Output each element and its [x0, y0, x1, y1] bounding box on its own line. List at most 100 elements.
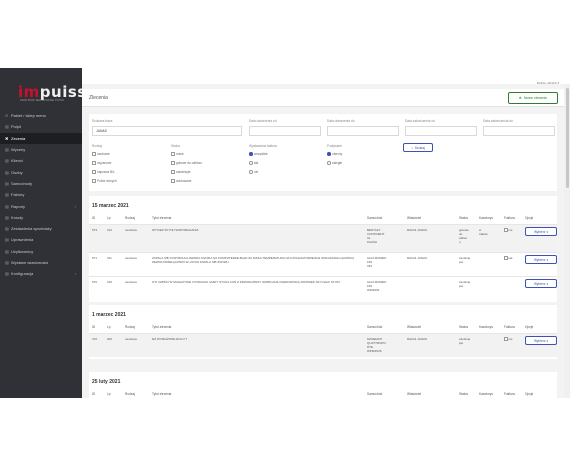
order-lp: 310 [107, 280, 113, 284]
sidebar-item-label: Zecenia [11, 135, 26, 141]
order-title: WYCIEK PŁYNU WSPOMAGANIA [152, 228, 199, 232]
done-to-input[interactable] [483, 126, 555, 136]
type-label: Rodzaj [92, 144, 102, 148]
search-button[interactable]: ⌕ Szukaj [403, 143, 433, 152]
date-to-label: Data utworzenia do [327, 119, 355, 123]
invoice-option[interactable]: wszystkie [249, 152, 268, 156]
invoice-checkbox[interactable]: nie [504, 337, 513, 341]
type-option[interactable]: Pobór danych [92, 179, 117, 183]
table-row[interactable]: 571 311 osobowe ZAPALA SIĘ KONTROLKA AWARIA… [89, 252, 557, 276]
order-type: osobowe [125, 337, 138, 341]
sidebar-item[interactable]: ▤ Konfiguracja › [0, 268, 82, 279]
sidebar-item[interactable]: ▤ Raporty › [0, 200, 82, 211]
chevron-down-icon: ▾ [546, 257, 549, 262]
new-order-button[interactable]: ⊕ Nowe zlecenie [508, 92, 558, 104]
logo-area: impuiss CENTRUM SERWISOWE PUISS [0, 68, 86, 112]
column-header: Faktura [504, 325, 515, 329]
options-dropdown-button[interactable]: Wybierz ▾ [525, 336, 557, 345]
sidebar-item[interactable]: ▤ Koszty [0, 212, 82, 223]
sidebar-item-label: Pulpit [11, 124, 22, 130]
sidebar-item[interactable]: ▤ Użytkownicy [0, 246, 82, 257]
order-car: ALFA ROMEO 159 WW4903 [367, 280, 387, 292]
order-lp: 311 [107, 256, 112, 260]
date-to-input[interactable] [327, 126, 399, 136]
paid-option[interactable]: zaległe [327, 161, 342, 165]
day-panel: 15 marzec 2021 ID Lp Rodzaj Tytuł zlecenia Sa… [89, 196, 557, 302]
order-id: 573 [92, 228, 98, 232]
status-option[interactable]: nowe [171, 152, 184, 156]
paid-label: Podpisane [327, 144, 343, 148]
column-header: Status [459, 325, 469, 329]
sidebar-item[interactable]: ⊙ Pakiet / sklep meno [0, 110, 82, 121]
type-option[interactable]: osobowe [92, 152, 110, 156]
column-header: Opcje [525, 216, 534, 220]
table-row[interactable]: 573 312 osobowe WYCIEK PŁYNU WSPOMAGANIA BEN… [89, 224, 557, 252]
order-car: ALFA ROMEO 159 333 [367, 256, 387, 268]
options-dropdown-button[interactable]: Wybierz ▾ [525, 255, 557, 264]
search-label: Szukana fraza [92, 119, 113, 123]
order-type: osobowe [125, 280, 138, 284]
column-header: Kasztorys [479, 216, 493, 220]
sidebar-item-label: Koszty [11, 214, 24, 220]
page-header: Zlecenia ⊕ Nowe zlecenie [82, 89, 564, 107]
column-header: Samochód [367, 392, 383, 396]
sidebar-item[interactable]: ▤ Zestawienia sprzedaży [0, 223, 82, 234]
scrollbar-thumb[interactable] [566, 88, 569, 188]
status-label: Status [171, 144, 181, 148]
plus-icon: ⊕ [518, 96, 522, 100]
sidebar-item-label: Uprawnienia [11, 237, 34, 243]
type-option[interactable]: ciężarowe [92, 161, 111, 165]
sidebar-item[interactable]: ▤ Uprawnienia [0, 234, 82, 245]
table-row[interactable]: 470 200 osobowe DŹ WYMIAŻONE ROLO ? MASERATI… [89, 333, 557, 357]
order-owner: RAFAŁ JANAS [407, 337, 428, 341]
search-icon: ⌕ [411, 145, 414, 150]
status-option[interactable]: anulowane [171, 179, 191, 183]
invoice-checkbox[interactable]: nie [504, 228, 513, 232]
day-panel: 25 luty 2021 ID Lp Rodzaj Tytuł zlecenia Samo… [89, 372, 557, 398]
sidebar-item[interactable]: ▤ Klienci [0, 155, 82, 166]
order-estimate: w trakcie [479, 228, 488, 236]
column-header: Tytuł zlecenia [152, 392, 172, 396]
search-input[interactable]: JANAS [92, 126, 242, 136]
order-car: MASERATI QUATTROPO RTE WPI0ZS45 [367, 337, 386, 353]
page-title: Zlecenia [89, 95, 108, 101]
column-header: Właściciel [407, 325, 422, 329]
order-title: DŹ WYMIAŻONE ROLO ? [152, 337, 188, 341]
type-option[interactable]: naprawa B/L [92, 170, 115, 174]
chevron-down-icon: ▾ [546, 338, 549, 343]
invoice-label: Wystawiona faktura [249, 144, 277, 148]
done-from-label: Data zakończenia od [405, 119, 435, 123]
options-dropdown-button[interactable]: Wybierz ▾ [525, 227, 557, 236]
column-header: Status [459, 216, 469, 220]
status-option[interactable]: gotowe do odbioru [171, 161, 202, 165]
sidebar-item[interactable]: ▤ Osoby [0, 166, 82, 177]
date-from-input[interactable] [249, 126, 321, 136]
table-row[interactable]: 570 310 osobowe OTI CZĘŚCI W MAGAZYNIE I PO… [89, 276, 557, 300]
column-header: Kasztorys [479, 325, 493, 329]
sidebar-item[interactable]: ▤ Wyceny [0, 144, 82, 155]
done-from-input[interactable] [405, 126, 477, 136]
sidebar-item[interactable]: ▤ Samochody [0, 178, 82, 189]
chevron-right-icon: › [74, 271, 76, 277]
invoice-option[interactable]: tak [249, 161, 258, 165]
sidebar-item[interactable]: ▤ Pulpit [0, 121, 82, 132]
invoice-checkbox[interactable]: tak [504, 256, 513, 260]
day-title: 15 marzec 2021 [92, 203, 129, 209]
sidebar-item[interactable]: ✖ Zecenia [0, 132, 82, 144]
column-header: ID [92, 216, 96, 220]
paid-option[interactable]: obecny [327, 152, 342, 156]
day-title: 25 luty 2021 [92, 379, 121, 385]
sidebar-item-label: Osoby [11, 169, 23, 175]
order-lp: 200 [107, 337, 113, 341]
sidebar-item[interactable]: ▤ Faktury [0, 189, 82, 200]
sidebar-item-label: Zestawienia sprzedaży [11, 226, 52, 232]
logo-subtitle: CENTRUM SERWISOWE PUISS [20, 99, 65, 102]
order-id: 470 [92, 337, 98, 341]
sidebar-item-label: Pakiet / sklep meno [11, 113, 46, 119]
order-owner: RAFAŁ JANAS [407, 228, 428, 232]
invoice-option[interactable]: nie [249, 170, 258, 174]
sidebar-item-label: Klienci [11, 158, 23, 164]
options-dropdown-button[interactable]: Wybierz ▾ [525, 279, 557, 288]
status-option[interactable]: zamknięte [171, 170, 191, 174]
sidebar-item[interactable]: ▤ Wysłane wiadomości [0, 257, 82, 268]
